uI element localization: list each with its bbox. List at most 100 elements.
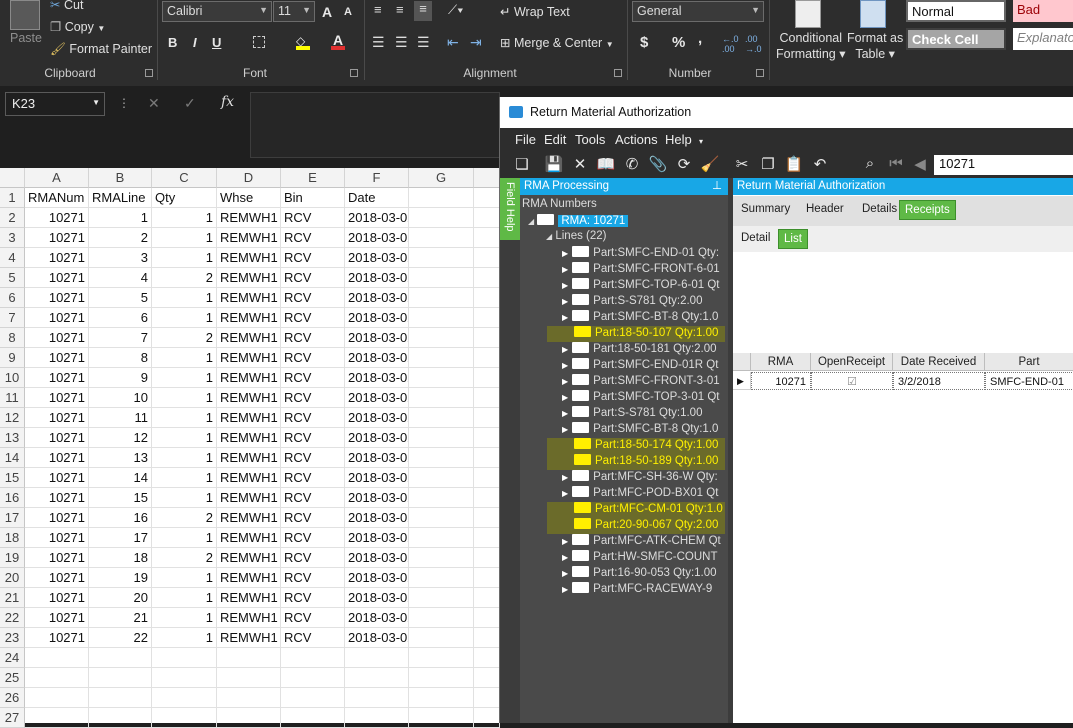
cell[interactable]: 2018-03-02 — [345, 608, 409, 628]
cell[interactable] — [409, 328, 474, 348]
align-middle-icon[interactable]: ≡ — [396, 2, 404, 17]
tree-item-part[interactable]: ▶ Part:16-90-053 Qty:1.00 — [562, 566, 717, 579]
cell[interactable] — [152, 648, 217, 668]
alignment-launcher-icon[interactable] — [614, 69, 622, 77]
grid-cell-date[interactable]: 3/2/2018 — [893, 372, 985, 390]
cell[interactable]: RCV — [281, 428, 345, 448]
cell[interactable]: REMWH1 — [217, 248, 281, 268]
cell[interactable] — [409, 668, 474, 688]
cell[interactable] — [409, 188, 474, 208]
tab-receipts[interactable]: Receipts — [899, 200, 956, 220]
cell[interactable]: 1 — [152, 628, 217, 648]
cell[interactable] — [474, 288, 500, 308]
cell[interactable]: REMWH1 — [217, 328, 281, 348]
cell[interactable]: 1 — [152, 348, 217, 368]
row-header[interactable]: 22 — [0, 608, 25, 628]
font-launcher-icon[interactable] — [350, 69, 358, 77]
row-header[interactable]: 1 — [0, 188, 25, 208]
column-header-partial[interactable] — [474, 168, 500, 188]
cell[interactable]: 2018-03-02 — [345, 248, 409, 268]
cell[interactable] — [409, 568, 474, 588]
cell[interactable]: 18 — [89, 548, 152, 568]
tree-item-part[interactable]: ▶ Part:SMFC-BT-8 Qty:1.0 — [562, 310, 718, 323]
cell[interactable] — [281, 708, 345, 728]
tree-item-part[interactable]: ▶ Part:S-S781 Qty:1.00 — [562, 406, 702, 419]
tree-item-part[interactable]: ▶ Part:HW-SMFC-COUNT — [562, 550, 718, 563]
cell[interactable] — [152, 708, 217, 728]
cell[interactable] — [409, 388, 474, 408]
cell[interactable]: RCV — [281, 548, 345, 568]
cell[interactable] — [409, 288, 474, 308]
cell[interactable]: 10271 — [25, 388, 89, 408]
row-indicator-icon[interactable]: ▶ — [733, 372, 751, 390]
row-header[interactable]: 2 — [0, 208, 25, 228]
cell[interactable]: 1 — [152, 488, 217, 508]
cell[interactable] — [474, 208, 500, 228]
cell[interactable] — [409, 448, 474, 468]
cell[interactable] — [474, 668, 500, 688]
collapse-icon[interactable]: ◢ — [546, 232, 552, 241]
cell[interactable] — [25, 668, 89, 688]
cell[interactable]: 10271 — [25, 528, 89, 548]
paste-icon[interactable] — [10, 0, 40, 30]
cell[interactable]: RCV — [281, 228, 345, 248]
font-color-icon[interactable]: A — [331, 32, 345, 50]
style-bad[interactable]: Bad — [1013, 0, 1073, 22]
cell[interactable] — [409, 348, 474, 368]
expand-icon[interactable]: ▶ — [562, 249, 568, 258]
decrease-indent-icon[interactable]: ⇤ — [447, 34, 459, 51]
grid-header[interactable]: OpenReceipt — [811, 353, 893, 371]
cell[interactable]: 1 — [152, 468, 217, 488]
cell[interactable]: 1 — [152, 388, 217, 408]
row-header[interactable]: 14 — [0, 448, 25, 468]
cell[interactable]: RCV — [281, 268, 345, 288]
cell[interactable]: 10271 — [25, 488, 89, 508]
cell[interactable] — [89, 688, 152, 708]
row-header[interactable]: 7 — [0, 308, 25, 328]
cell[interactable]: REMWH1 — [217, 628, 281, 648]
column-header[interactable]: D — [217, 168, 281, 188]
paste-button[interactable]: Paste — [10, 31, 42, 45]
cell[interactable] — [345, 688, 409, 708]
cell[interactable]: 1 — [152, 228, 217, 248]
cell[interactable]: 2 — [152, 328, 217, 348]
fill-color-icon[interactable]: ◇ — [296, 34, 310, 50]
cell[interactable]: 10271 — [25, 228, 89, 248]
undo-icon[interactable]: ↶ — [810, 155, 830, 173]
align-top-icon[interactable]: ≡ — [374, 2, 382, 17]
cell[interactable]: 12 — [89, 428, 152, 448]
cell[interactable]: Date — [345, 188, 409, 208]
cell[interactable]: 2018-03-02 — [345, 388, 409, 408]
expand-icon[interactable]: ▶ — [562, 361, 568, 370]
number-launcher-icon[interactable] — [756, 69, 764, 77]
cell[interactable] — [25, 648, 89, 668]
new-icon[interactable]: ❏ — [512, 155, 532, 173]
cell[interactable]: 22 — [89, 628, 152, 648]
row-header[interactable]: 3 — [0, 228, 25, 248]
cell[interactable] — [409, 708, 474, 728]
menu-actions[interactable]: Actions — [615, 132, 658, 147]
cell[interactable]: RCV — [281, 568, 345, 588]
cell[interactable]: 2018-03-02 — [345, 328, 409, 348]
cell[interactable]: 10271 — [25, 448, 89, 468]
cell[interactable] — [409, 468, 474, 488]
cell[interactable] — [474, 688, 500, 708]
attach-icon[interactable]: 📎 — [648, 155, 668, 173]
row-header[interactable]: 12 — [0, 408, 25, 428]
cell[interactable] — [474, 368, 500, 388]
format-as-table-icon[interactable] — [860, 0, 886, 28]
expand-icon[interactable]: ▶ — [562, 409, 568, 418]
cell[interactable] — [409, 428, 474, 448]
style-explanatory[interactable]: Explanato — [1013, 28, 1073, 50]
cell[interactable]: 10271 — [25, 288, 89, 308]
cut-icon[interactable]: ✂ — [732, 155, 752, 173]
cell[interactable] — [409, 488, 474, 508]
first-record-icon[interactable]: ⏮ — [886, 155, 906, 172]
cell[interactable]: REMWH1 — [217, 588, 281, 608]
cell[interactable]: RCV — [281, 448, 345, 468]
cell[interactable]: RCV — [281, 608, 345, 628]
cell[interactable]: RMANum — [25, 188, 89, 208]
expand-icon[interactable]: ▶ — [562, 281, 568, 290]
tree-item-part[interactable]: ▶ Part:SMFC-BT-8 Qty:1.0 — [562, 422, 718, 435]
wrap-text-button[interactable]: ↵ Wrap Text — [500, 4, 570, 19]
